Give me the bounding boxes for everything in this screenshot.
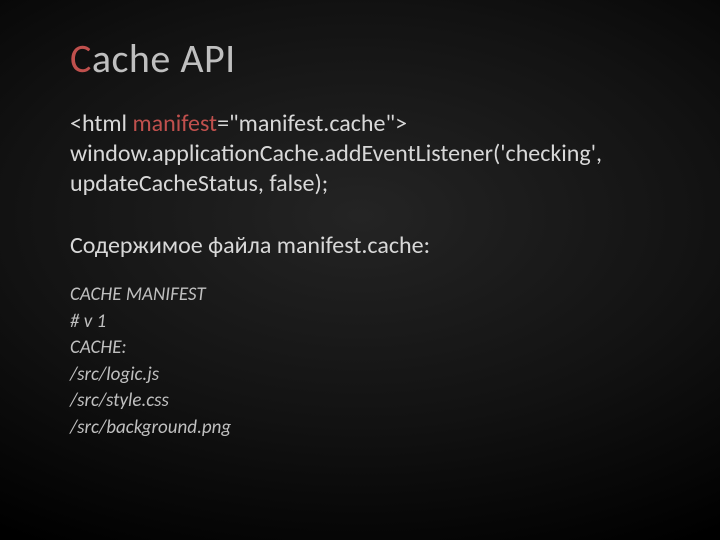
tag-open: <html [70,109,132,138]
subhead-prefix: Содержимое файла [70,231,277,260]
slide-title: Cache API [70,34,650,83]
title-rest: ache API [92,34,236,83]
manifest-line: /src/background.png [70,415,650,442]
subhead-filename: manifest.cache [277,231,424,260]
manifest-line: CACHE: [70,335,650,362]
manifest-line: CACHE MANIFEST [70,282,650,309]
attr-name: manifest [132,109,217,138]
slide: Cache API <html manifest="manifest.cache… [0,0,720,540]
manifest-line: /src/style.css [70,388,650,415]
manifest-line: /src/logic.js [70,362,650,389]
manifest-content: CACHE MANIFEST # v 1 CACHE: /src/logic.j… [70,282,650,442]
subhead-suffix: : [424,231,430,260]
code-line-1: <html manifest="manifest.cache"> [70,109,650,139]
title-initial: C [70,34,92,83]
code-line-3: updateCacheStatus, false); [70,169,650,199]
code-block: <html manifest="manifest.cache"> window.… [70,109,650,199]
attr-rest: ="manifest.cache"> [217,109,407,138]
subhead: Содержимое файла manifest.cache: [70,231,650,260]
code-line-2: window.applicationCache.addEventListener… [70,139,650,169]
manifest-line: # v 1 [70,309,650,336]
